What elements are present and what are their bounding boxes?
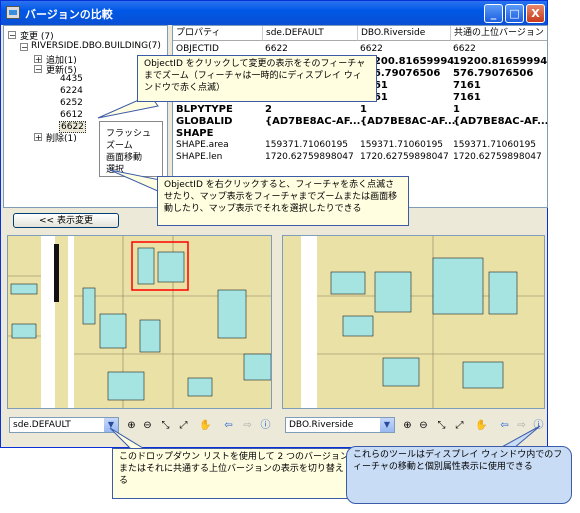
callout-right-click: ObjectID を右クリックすると、フィーチャを赤く点滅させたり、マップ表示を… xyxy=(157,176,409,226)
callout-zoom: ObjectID をクリックして変更の表示をそのフィーチャまでズーム（フィーチャ… xyxy=(137,55,377,102)
callout-dropdown: このドロップダウン リストを使用して 2 つのバージョンまたはそれに共通する上位… xyxy=(112,448,356,499)
callout-tools: これらのツールはディスプレイ ウィンドウ内でのフィーチャの移動と個別属性表示に使… xyxy=(346,446,572,504)
